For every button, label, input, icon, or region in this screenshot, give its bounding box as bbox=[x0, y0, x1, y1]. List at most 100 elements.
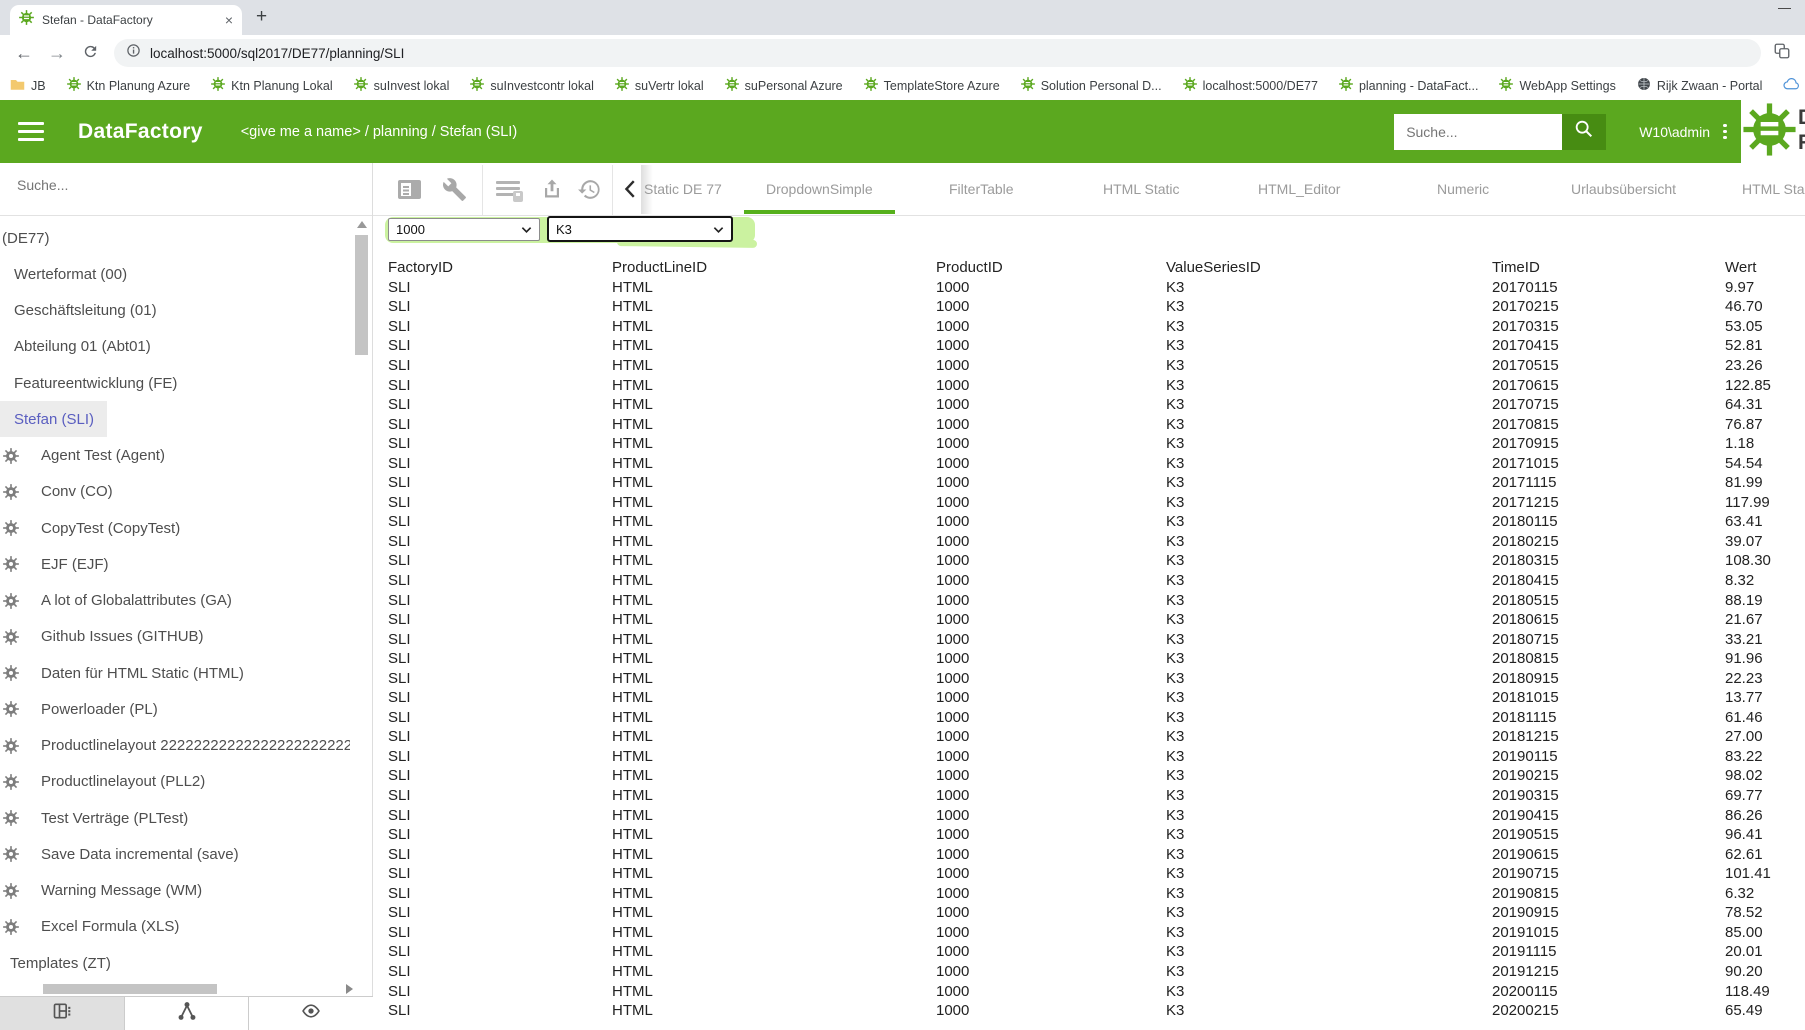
table-cell: 9.97 bbox=[1725, 279, 1805, 296]
history-undo-icon[interactable] bbox=[577, 177, 602, 207]
sidebar-scroll-up-icon[interactable] bbox=[357, 221, 367, 228]
tree-item[interactable]: Github Issues (GITHUB) bbox=[0, 619, 204, 655]
tab-table-view[interactable] bbox=[0, 997, 125, 1030]
tree-item[interactable]: Werteformat (00) bbox=[0, 256, 127, 292]
bookmark-item[interactable]: window.print + c... bbox=[1783, 78, 1805, 94]
tree-item[interactable]: Productlinelayout 2222222222222222222222… bbox=[0, 728, 350, 764]
table-cell: K3 bbox=[1166, 552, 1492, 569]
export-upload-icon[interactable] bbox=[540, 176, 564, 207]
url-text[interactable]: localhost:5000/sql2017/DE77/planning/SLI bbox=[150, 46, 404, 61]
bookmark-item[interactable]: suInvest lokal bbox=[354, 77, 450, 94]
table-cell: 20191115 bbox=[1492, 943, 1725, 960]
info-icon[interactable] bbox=[126, 43, 141, 63]
minimize-window-icon[interactable]: — bbox=[1778, 0, 1791, 15]
worksheet-tab[interactable]: FilterTable bbox=[949, 163, 1014, 215]
search-button[interactable] bbox=[1562, 114, 1606, 150]
kebab-menu-icon[interactable] bbox=[1723, 121, 1727, 142]
valueseries-dropdown[interactable]: K3 bbox=[547, 216, 733, 242]
wrench-icon[interactable] bbox=[442, 177, 467, 207]
back-icon[interactable]: ← bbox=[15, 44, 33, 62]
sidebar-vertical-scrollbar[interactable] bbox=[355, 235, 368, 355]
tree-item[interactable]: Productlinelayout (PLL2) bbox=[0, 764, 205, 800]
tree-item[interactable]: Abteilung 01 (Abt01) bbox=[0, 329, 151, 365]
bookmark-item[interactable]: JB bbox=[10, 78, 46, 94]
table-cell: SLI bbox=[388, 455, 612, 472]
browser-tab[interactable]: Stefan - DataFactory × bbox=[10, 5, 242, 35]
bookmark-item[interactable]: planning - DataFact... bbox=[1339, 77, 1479, 94]
tree-item[interactable]: Daten für HTML Static (HTML) bbox=[0, 655, 244, 691]
gear-icon bbox=[864, 77, 878, 94]
worksheet-tab[interactable]: HTML_Editor bbox=[1258, 163, 1340, 215]
table-cell: 20170615 bbox=[1492, 377, 1725, 394]
bookmark-item[interactable]: Ktn Planung Azure bbox=[67, 77, 191, 94]
new-tab-button[interactable]: + bbox=[256, 6, 267, 28]
bookmark-item[interactable]: Solution Personal D... bbox=[1021, 77, 1162, 94]
bookmark-item[interactable]: WebApp Settings bbox=[1499, 77, 1615, 94]
tab-hierarchy-view[interactable] bbox=[125, 997, 250, 1030]
tree-item[interactable]: CopyTest (CopyTest) bbox=[0, 510, 180, 546]
table-cell: K3 bbox=[1166, 904, 1492, 921]
tree-item[interactable]: Excel Formula (XLS) bbox=[0, 909, 179, 945]
table-row: SLIHTML1000K32017051523.26 bbox=[388, 356, 1805, 376]
tree-item[interactable]: Test Verträge (PLTest) bbox=[0, 800, 188, 836]
bookmark-item[interactable]: suVertr lokal bbox=[615, 77, 704, 94]
sidebar-scroll-right-icon[interactable] bbox=[346, 984, 353, 994]
sidebar-search-input[interactable] bbox=[17, 177, 347, 193]
worksheet-tab-strip: Static DE 77 DropdownSimple FilterTable HTM… bbox=[640, 163, 1805, 216]
tree-item[interactable]: Conv (CO) bbox=[0, 474, 113, 510]
factory-dropdown-value: 1000 bbox=[396, 222, 521, 237]
table-cell: HTML bbox=[612, 963, 936, 980]
table-cell: K3 bbox=[1166, 396, 1492, 413]
bookmark-item[interactable]: TemplateStore Azure bbox=[864, 77, 1000, 94]
tree-item[interactable]: EJF (EJF) bbox=[0, 546, 109, 582]
table-cell: 1000 bbox=[936, 533, 1166, 550]
sidebar-horizontal-scrollbar[interactable] bbox=[43, 984, 217, 994]
tree-item-label: Werteformat (00) bbox=[14, 266, 127, 283]
factory-dropdown[interactable]: 1000 bbox=[388, 218, 540, 241]
tree-item[interactable]: Warning Message (WM) bbox=[0, 873, 202, 909]
tree-item-label: Agent Test (Agent) bbox=[41, 447, 165, 464]
worksheet-tab-label: HTML Sta bbox=[1742, 181, 1805, 197]
worksheet-tab[interactable]: Numeric bbox=[1437, 163, 1489, 215]
bookmark-item[interactable]: Ktn Planung Lokal bbox=[211, 77, 332, 94]
worksheet-tab-label: HTML_Editor bbox=[1258, 181, 1340, 197]
tree-item[interactable]: Powerloader (PL) bbox=[0, 691, 158, 727]
header-search-input[interactable] bbox=[1394, 124, 1562, 140]
bookmark-item[interactable]: localhost:5000/DE77 bbox=[1183, 77, 1318, 94]
translate-icon[interactable] bbox=[1773, 42, 1791, 65]
reload-icon[interactable] bbox=[82, 43, 99, 63]
table-cell: SLI bbox=[388, 885, 612, 902]
worksheet-tab[interactable]: DropdownSimple bbox=[766, 163, 873, 215]
close-tab-icon[interactable]: × bbox=[225, 13, 233, 27]
table-row: SLIHTML1000K32017041552.81 bbox=[388, 336, 1805, 356]
table-cell: HTML bbox=[612, 728, 936, 745]
worksheet-tab[interactable]: HTML Sta bbox=[1742, 163, 1805, 215]
table-cell: 1000 bbox=[936, 592, 1166, 609]
bookmark-item[interactable]: Rijk Zwaan - Portal bbox=[1637, 77, 1763, 94]
tree-item[interactable]: Agent Test (Agent) bbox=[0, 438, 165, 474]
table-header-row: FactoryIDProductLineIDProductIDValueSeri… bbox=[388, 258, 1805, 278]
table-cell: K3 bbox=[1166, 670, 1492, 687]
tab-scroll-left-icon[interactable] bbox=[620, 176, 642, 207]
tree-item[interactable]: Geschäftsleitung (01) bbox=[0, 293, 157, 329]
tree-item[interactable]: A lot of Globalattributes (GA) bbox=[0, 583, 232, 619]
report-layout-icon[interactable] bbox=[398, 180, 421, 199]
tree-item[interactable]: Templates (ZT) bbox=[0, 945, 111, 981]
worksheet-tab[interactable]: HTML Static bbox=[1103, 163, 1180, 215]
gear-icon bbox=[3, 701, 30, 717]
table-cell: SLI bbox=[388, 494, 612, 511]
bookmark-item[interactable]: suInvestcontr lokal bbox=[470, 77, 594, 94]
worksheet-tab[interactable]: Static DE 77 bbox=[644, 163, 722, 215]
tree-item[interactable]: (DE77) bbox=[0, 220, 50, 256]
bookmark-item[interactable]: suPersonal Azure bbox=[725, 77, 843, 94]
url-bar[interactable]: localhost:5000/sql2017/DE77/planning/SLI bbox=[114, 39, 1761, 67]
tree-item[interactable]: Stefan (SLI) bbox=[0, 401, 107, 437]
tab-preview-view[interactable] bbox=[249, 997, 373, 1030]
save-rows-icon[interactable] bbox=[496, 181, 520, 199]
forward-icon[interactable]: → bbox=[48, 44, 66, 62]
tree-item[interactable]: Featureentwicklung (FE) bbox=[0, 365, 177, 401]
table-cell: 20190815 bbox=[1492, 885, 1725, 902]
hamburger-menu-icon[interactable] bbox=[18, 117, 44, 146]
worksheet-tab[interactable]: Urlaubsübersicht bbox=[1571, 163, 1676, 215]
tree-item[interactable]: Save Data incremental (save) bbox=[0, 836, 239, 872]
